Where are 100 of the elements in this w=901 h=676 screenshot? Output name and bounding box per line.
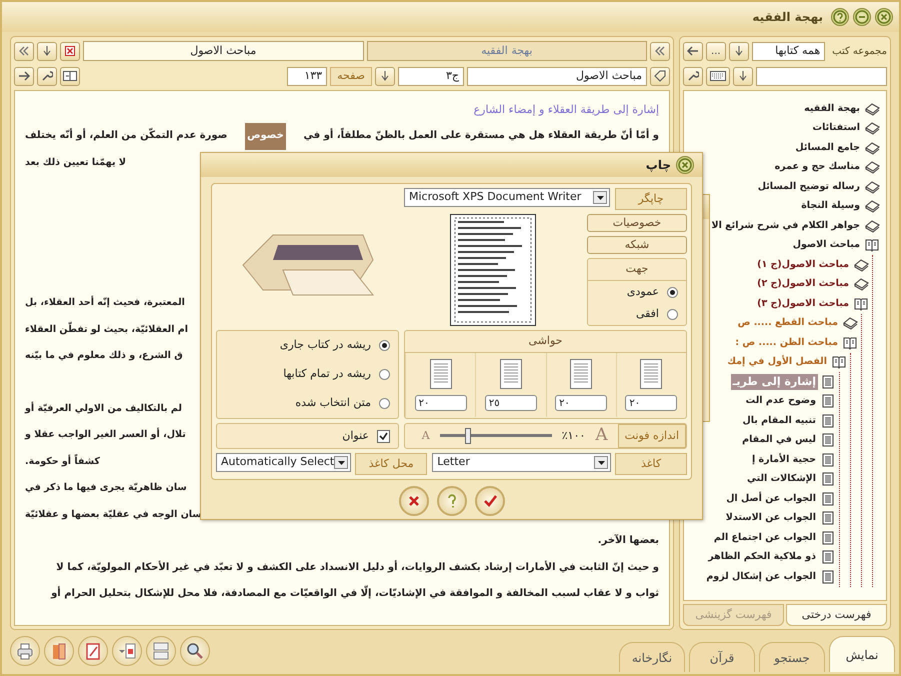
open-book-icon <box>842 334 858 351</box>
split-view-button[interactable] <box>60 66 80 86</box>
page-icon <box>820 568 836 585</box>
open-book-icon <box>831 354 847 370</box>
tree-item[interactable]: ذو ملاكية الحكم الظاهر <box>706 550 818 564</box>
tree-item[interactable]: الفصل الأول في إمك <box>725 355 829 370</box>
dialog-button[interactable]: خصوصيات <box>587 214 687 232</box>
settings-button[interactable] <box>683 66 703 86</box>
text-line: لم بالتكاليف من الاولي العرفيّة أو <box>25 400 182 416</box>
page-icon <box>820 549 836 566</box>
margin-field[interactable]: ٢٠ <box>414 395 467 411</box>
scroll-button[interactable] <box>14 42 34 60</box>
keyboard-icon <box>710 71 726 81</box>
slider-thumb[interactable] <box>464 428 471 444</box>
search-button[interactable] <box>180 636 210 666</box>
tree-item[interactable]: مباحث الاصول(ج ٢) <box>755 277 851 292</box>
edit-button[interactable] <box>78 636 108 666</box>
tree-item[interactable]: مباحث الاصول <box>790 238 862 252</box>
paper-select[interactable]: Letter <box>432 453 611 472</box>
tree-item[interactable]: وضوح عدم الت <box>744 394 818 408</box>
page-icon <box>820 393 836 410</box>
radio-button[interactable] <box>667 286 678 298</box>
close-button[interactable] <box>875 8 893 26</box>
tree-item[interactable]: الجواب عن أصل ال <box>724 492 818 506</box>
layout-button[interactable] <box>146 636 176 666</box>
tree-item[interactable]: وسيلة النجاة <box>799 199 862 214</box>
close-icon <box>65 46 75 56</box>
panel-tab[interactable]: فهرست درختی <box>786 604 887 626</box>
book-tab[interactable]: مباحث الاصول <box>83 41 364 61</box>
dropdown-button[interactable] <box>37 42 57 60</box>
bookmark-button[interactable] <box>650 66 670 86</box>
radio-label: ريشه در كتاب جاری <box>280 337 371 354</box>
tree-item[interactable]: تنبيه المقام بال <box>740 414 818 428</box>
settings-button[interactable] <box>37 66 57 86</box>
print-button[interactable] <box>10 636 40 666</box>
books-button[interactable] <box>44 636 74 666</box>
dialog-button[interactable]: شبكه <box>587 236 687 254</box>
help-button[interactable] <box>831 8 849 26</box>
dropdown-button[interactable] <box>733 66 753 86</box>
collection-dropdown[interactable]: همه كتابها <box>752 42 826 60</box>
help-button[interactable] <box>436 486 466 516</box>
minimize-button[interactable] <box>853 8 871 26</box>
main-tab[interactable]: قرآن <box>689 642 755 672</box>
radio-label: افقی <box>636 306 659 322</box>
cancel-button[interactable] <box>398 486 428 516</box>
dropdown-arrow-icon <box>596 196 604 200</box>
tree-item[interactable]: بهجة الفقيه <box>802 102 862 116</box>
keyboard-button[interactable] <box>706 66 730 86</box>
close-tab-button[interactable] <box>60 42 80 60</box>
split-icon <box>63 71 77 81</box>
radio-button[interactable] <box>379 398 390 409</box>
paper-source-select[interactable]: Automatically Select <box>216 453 352 472</box>
tree-item[interactable]: مباحث الاصول(ج ١) <box>755 258 851 272</box>
tree-item[interactable]: الإشكالات التي <box>744 472 818 486</box>
ok-button[interactable] <box>474 486 504 516</box>
tree-item[interactable]: جواهر الكلام في شرح شرائع الا <box>710 218 862 233</box>
checkbox[interactable] <box>377 430 390 442</box>
search-field[interactable] <box>756 66 887 86</box>
page-view-icon <box>118 642 136 660</box>
large-font-glyph: A <box>595 424 608 448</box>
close-button[interactable] <box>676 156 694 174</box>
more-button[interactable]: ... <box>706 42 726 60</box>
volume-field[interactable]: ج٣ <box>398 66 464 86</box>
tree-item[interactable]: حجية الأمارة إ <box>750 452 818 467</box>
scroll-button[interactable] <box>650 42 670 60</box>
page-icon <box>820 432 836 448</box>
margin-field[interactable]: ٢٥ <box>484 395 537 411</box>
left-arrow-icon <box>686 46 699 56</box>
view-button[interactable] <box>112 636 142 666</box>
tree-item[interactable]: مناسك حج و عمره <box>772 160 862 174</box>
tree-item[interactable]: الجواب عن إشكال لزوم <box>704 570 818 584</box>
down-arrow-icon <box>739 71 747 81</box>
tree-item[interactable]: مباحث القطع ..... ص <box>736 316 840 330</box>
printer-select[interactable]: Microsoft XPS Document Writer <box>404 188 610 207</box>
main-tab[interactable]: جستجو <box>759 642 825 672</box>
radio-button[interactable] <box>379 340 390 351</box>
main-tab[interactable]: نگارخانه <box>619 642 685 672</box>
next-button[interactable] <box>14 66 34 86</box>
margin-field[interactable]: ٢٠ <box>625 395 678 411</box>
printer-label: چاپگر <box>615 188 687 210</box>
dropdown-button[interactable] <box>375 66 395 86</box>
tree-item[interactable]: مباحث الظن ..... ص : <box>733 336 840 350</box>
font-size-label: اندازه فونت <box>618 424 686 448</box>
main-tab[interactable]: نمایش <box>829 636 895 672</box>
tree-item[interactable]: الجواب عن اجتماع الم <box>712 530 818 545</box>
radio-button[interactable] <box>379 369 390 380</box>
minimize-icon <box>855 10 869 24</box>
tree-item[interactable]: استفتائات <box>810 121 862 136</box>
book-field[interactable]: مباحث الاصول <box>467 66 647 86</box>
tree-item[interactable]: جامع المسائل <box>793 140 862 155</box>
tree-item[interactable]: رساله توضيح المسائل <box>756 180 862 194</box>
tree-item[interactable]: ليس في المقام <box>740 433 818 448</box>
tree-item[interactable]: الجواب عن الاستدلا <box>724 511 818 526</box>
open-book-icon <box>853 296 869 312</box>
page-field[interactable]: ١٣٣ <box>287 66 328 86</box>
back-button[interactable] <box>683 42 703 60</box>
radio-button[interactable] <box>667 308 678 320</box>
margin-field[interactable]: ٢٠ <box>555 395 608 411</box>
tree-item[interactable]: مباحث الاصول(ج ٣) <box>755 296 851 311</box>
dropdown-button[interactable] <box>728 42 749 60</box>
